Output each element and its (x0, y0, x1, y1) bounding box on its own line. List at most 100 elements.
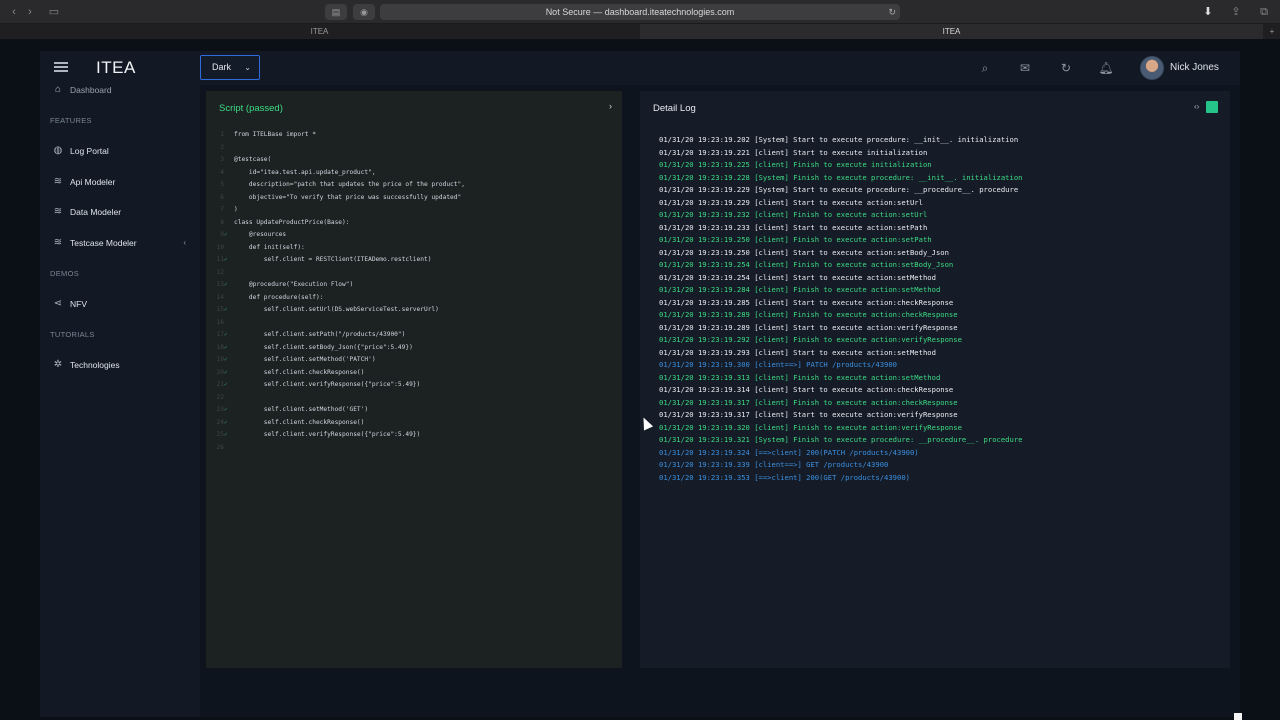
browser-tab-1[interactable]: ITEA (0, 24, 639, 39)
sidebar-item-log-portal[interactable]: ◍ Log Portal (40, 141, 200, 161)
line-number: 15 (216, 306, 224, 313)
log-line: 01/31/20 19:23:19.250 [client] Start to … (659, 247, 949, 257)
line-number: 25 (216, 431, 224, 438)
menu-icon[interactable] (54, 62, 68, 72)
code-text: def procedure(self): (234, 293, 324, 301)
log-line: 01/31/20 19:23:19.289 [client] Start to … (659, 322, 958, 332)
log-line: 01/31/20 19:23:19.229 [System] Start to … (659, 185, 1019, 194)
line-number: 23 (216, 406, 224, 413)
log-line: 01/31/20 19:23:19.221 [client] Start to … (659, 147, 928, 157)
log-line: 01/31/20 19:23:19.228 [System] Finish to… (659, 172, 1023, 182)
sidebar-item-api-modeler[interactable]: ≋ Api Modeler (40, 172, 200, 192)
terminal-icon[interactable] (1206, 101, 1218, 113)
theme-select-value: Dark (212, 62, 232, 72)
browser-tab-2[interactable]: ITEA (640, 24, 1263, 39)
code-line: 24 ✓ self.client.checkResponse() (206, 417, 622, 430)
code-text: self.client.setMethod('PATCH') (234, 356, 376, 363)
section-features: FEATURES (50, 116, 92, 125)
line-number: 21 (216, 381, 224, 388)
code-text: self.client.setBody_Json({"price":5.49}) (234, 343, 413, 351)
line-number: 10 (216, 243, 224, 251)
search-icon[interactable]: ⌕ (977, 60, 993, 76)
chevron-left-icon: ‹ (183, 238, 186, 247)
mail-icon[interactable]: ✉ (1017, 60, 1033, 76)
forward-icon[interactable]: › (22, 5, 38, 19)
code-line: 19 ✓ self.client.setMethod('PATCH') (206, 354, 622, 367)
code-line: 18 ✓ self.client.setBody_Json({"price":5.… (206, 342, 622, 355)
line-number: 26 (216, 443, 224, 451)
reader-icon[interactable]: ▤ (325, 4, 347, 20)
user-name[interactable]: Nick Jones (1170, 62, 1219, 73)
line-number: 17 (216, 331, 224, 338)
script-panel: Script (passed) › 1 from ITELBase import … (206, 91, 622, 668)
code-text: def init(self): (234, 243, 305, 251)
code-editor[interactable]: 1 from ITELBase import * 2 3 @testcase(4 id=… (206, 129, 622, 454)
sidebar-item-nfv[interactable]: ⋖ NFV (40, 294, 200, 314)
chevron-right-icon[interactable]: › (609, 101, 612, 111)
log-line: 01/31/20 19:23:19.314 [client] Start to … (659, 385, 954, 394)
code-text: description="patch that updates the pric… (234, 181, 465, 188)
bell-icon[interactable]: 🔔︎ (1098, 60, 1114, 76)
address-bar[interactable]: Not Secure — dashboard.iteatechnologies.… (380, 4, 900, 20)
check-icon: ✓ (224, 381, 228, 388)
download-icon[interactable]: ⬇ (1200, 5, 1216, 19)
line-number: 1 (220, 131, 224, 138)
log-line: 01/31/20 19:23:19.292 [client] Finish to… (659, 335, 962, 344)
check-icon: ✓ (224, 431, 228, 438)
tabs-overview-icon[interactable]: ⧉ (1256, 5, 1272, 19)
share-icon[interactable]: ⇪ (1228, 5, 1244, 19)
globe-icon: ◍ (53, 145, 63, 156)
line-number: 18 (216, 343, 224, 351)
back-icon[interactable]: ‹ (6, 5, 22, 19)
line-number: 20 (216, 368, 224, 376)
code-text: objective="To verify that price was succ… (234, 193, 462, 201)
sidebar-item-label: Technologies (70, 360, 120, 370)
code-text: ) (234, 206, 238, 213)
code-line: 6 objective="To verify that price was su… (206, 192, 622, 205)
log-line: 01/31/20 19:23:19.353 [==>client] 200(GE… (659, 472, 910, 482)
log-line: 01/31/20 19:23:19.321 [System] Finish to… (659, 435, 1023, 444)
sidebar-toggle-icon[interactable]: ▭ (46, 5, 62, 19)
log-line: 01/31/20 19:23:19.284 [client] Finish to… (659, 285, 941, 294)
brand-logo: ITEA (96, 58, 136, 77)
log-line: 01/31/20 19:23:19.324 [==>client] 200(PA… (659, 447, 919, 457)
theme-select[interactable]: Dark ⌄ (200, 55, 260, 80)
sidebar: ⌂ Dashboard FEATURES ◍ Log Portal ≋ Api … (40, 84, 200, 717)
sidebar-item-technologies[interactable]: ✲ Technologies (40, 355, 200, 375)
code-line: 25 ✓ self.client.verifyResponse({"price":… (206, 429, 622, 442)
detail-log-title: Detail Log (653, 103, 696, 114)
code-line: 9 ✓ @resources (206, 229, 622, 242)
sidebar-item-dashboard[interactable]: ⌂ Dashboard (40, 80, 200, 100)
code-line: 12 (206, 267, 622, 280)
app-header: ITEA Dark ⌄ ⌕ ✉ ↻ 🔔︎ Nick Jones (40, 51, 1240, 85)
log-line: 01/31/20 19:23:19.293 [client] Start to … (659, 347, 936, 357)
log-line: 01/31/20 19:23:19.250 [client] Finish to… (659, 235, 932, 244)
refresh-icon[interactable]: ↻ (1058, 60, 1074, 76)
sidebar-item-testcase-modeler[interactable]: ≋ Testcase Modeler ‹ (40, 233, 200, 253)
sidebar-item-data-modeler[interactable]: ≋ Data Modeler (40, 202, 200, 222)
line-number: 8 (220, 218, 224, 226)
privacy-icon[interactable]: ◉ (353, 4, 375, 20)
share-icon: ⋖ (53, 298, 63, 309)
code-text: self.client.checkResponse() (234, 418, 365, 426)
code-icon[interactable]: ‹› (1194, 101, 1199, 113)
check-icon: ✓ (224, 343, 228, 351)
avatar[interactable] (1140, 56, 1164, 80)
log-line: 01/31/20 19:23:19.289 [client] Finish to… (659, 310, 958, 319)
code-line: 3 @testcase( (206, 154, 622, 167)
browser-toolbar: ‹ › ▭ ▤ ◉ Not Secure — dashboard.iteatec… (0, 0, 1280, 24)
log-line: 01/31/20 19:23:19.202 [System] Start to … (659, 135, 1019, 144)
line-number: 22 (216, 393, 224, 401)
check-icon: ✓ (224, 356, 228, 363)
line-number: 13 (216, 281, 224, 288)
reload-icon[interactable]: ↻ (888, 4, 896, 20)
code-text: self.client.verifyResponse({"price":5.49… (234, 381, 421, 388)
code-line: 26 (206, 442, 622, 455)
new-tab-icon[interactable]: + (1264, 24, 1280, 39)
layers-icon: ≋ (53, 237, 63, 248)
gear-icon: ✲ (53, 359, 63, 370)
log-line: 01/31/20 19:23:19.317 [client] Finish to… (659, 397, 958, 407)
code-text: self.client = RESTClient(ITEADemo.restcl… (234, 256, 432, 263)
code-text: class UpdateProductPrice(Base): (234, 218, 350, 226)
sidebar-item-label: NFV (70, 299, 87, 309)
